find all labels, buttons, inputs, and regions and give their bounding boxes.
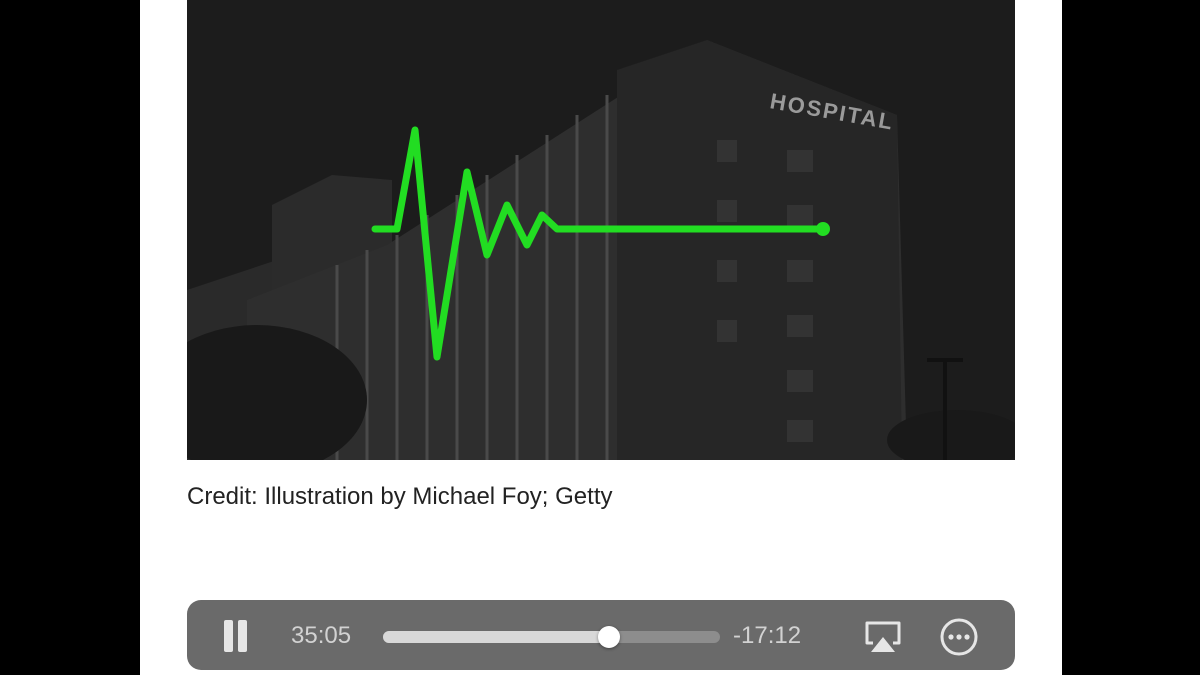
audio-player-bar: 35:05 -17:12 — [187, 600, 1015, 670]
pause-icon — [224, 620, 233, 652]
seek-bar-progress — [383, 631, 610, 643]
hero-illustration: HOSPITAL — [187, 0, 1015, 460]
pause-icon-bar — [238, 620, 247, 652]
elapsed-time: 35:05 — [291, 622, 352, 649]
pause-button[interactable] — [221, 620, 251, 652]
more-options-button[interactable] — [939, 617, 979, 657]
seek-bar[interactable] — [383, 626, 720, 648]
airplay-button[interactable] — [863, 619, 903, 655]
image-credit-caption: Credit: Illustration by Michael Foy; Get… — [187, 483, 613, 510]
airplay-icon — [865, 621, 901, 652]
more-options-icon — [940, 618, 978, 656]
seek-thumb[interactable] — [598, 626, 621, 648]
heartbeat-end-dot — [816, 222, 830, 236]
hospital-illustration: HOSPITAL — [187, 0, 1015, 460]
remaining-time: -17:12 — [733, 622, 802, 649]
